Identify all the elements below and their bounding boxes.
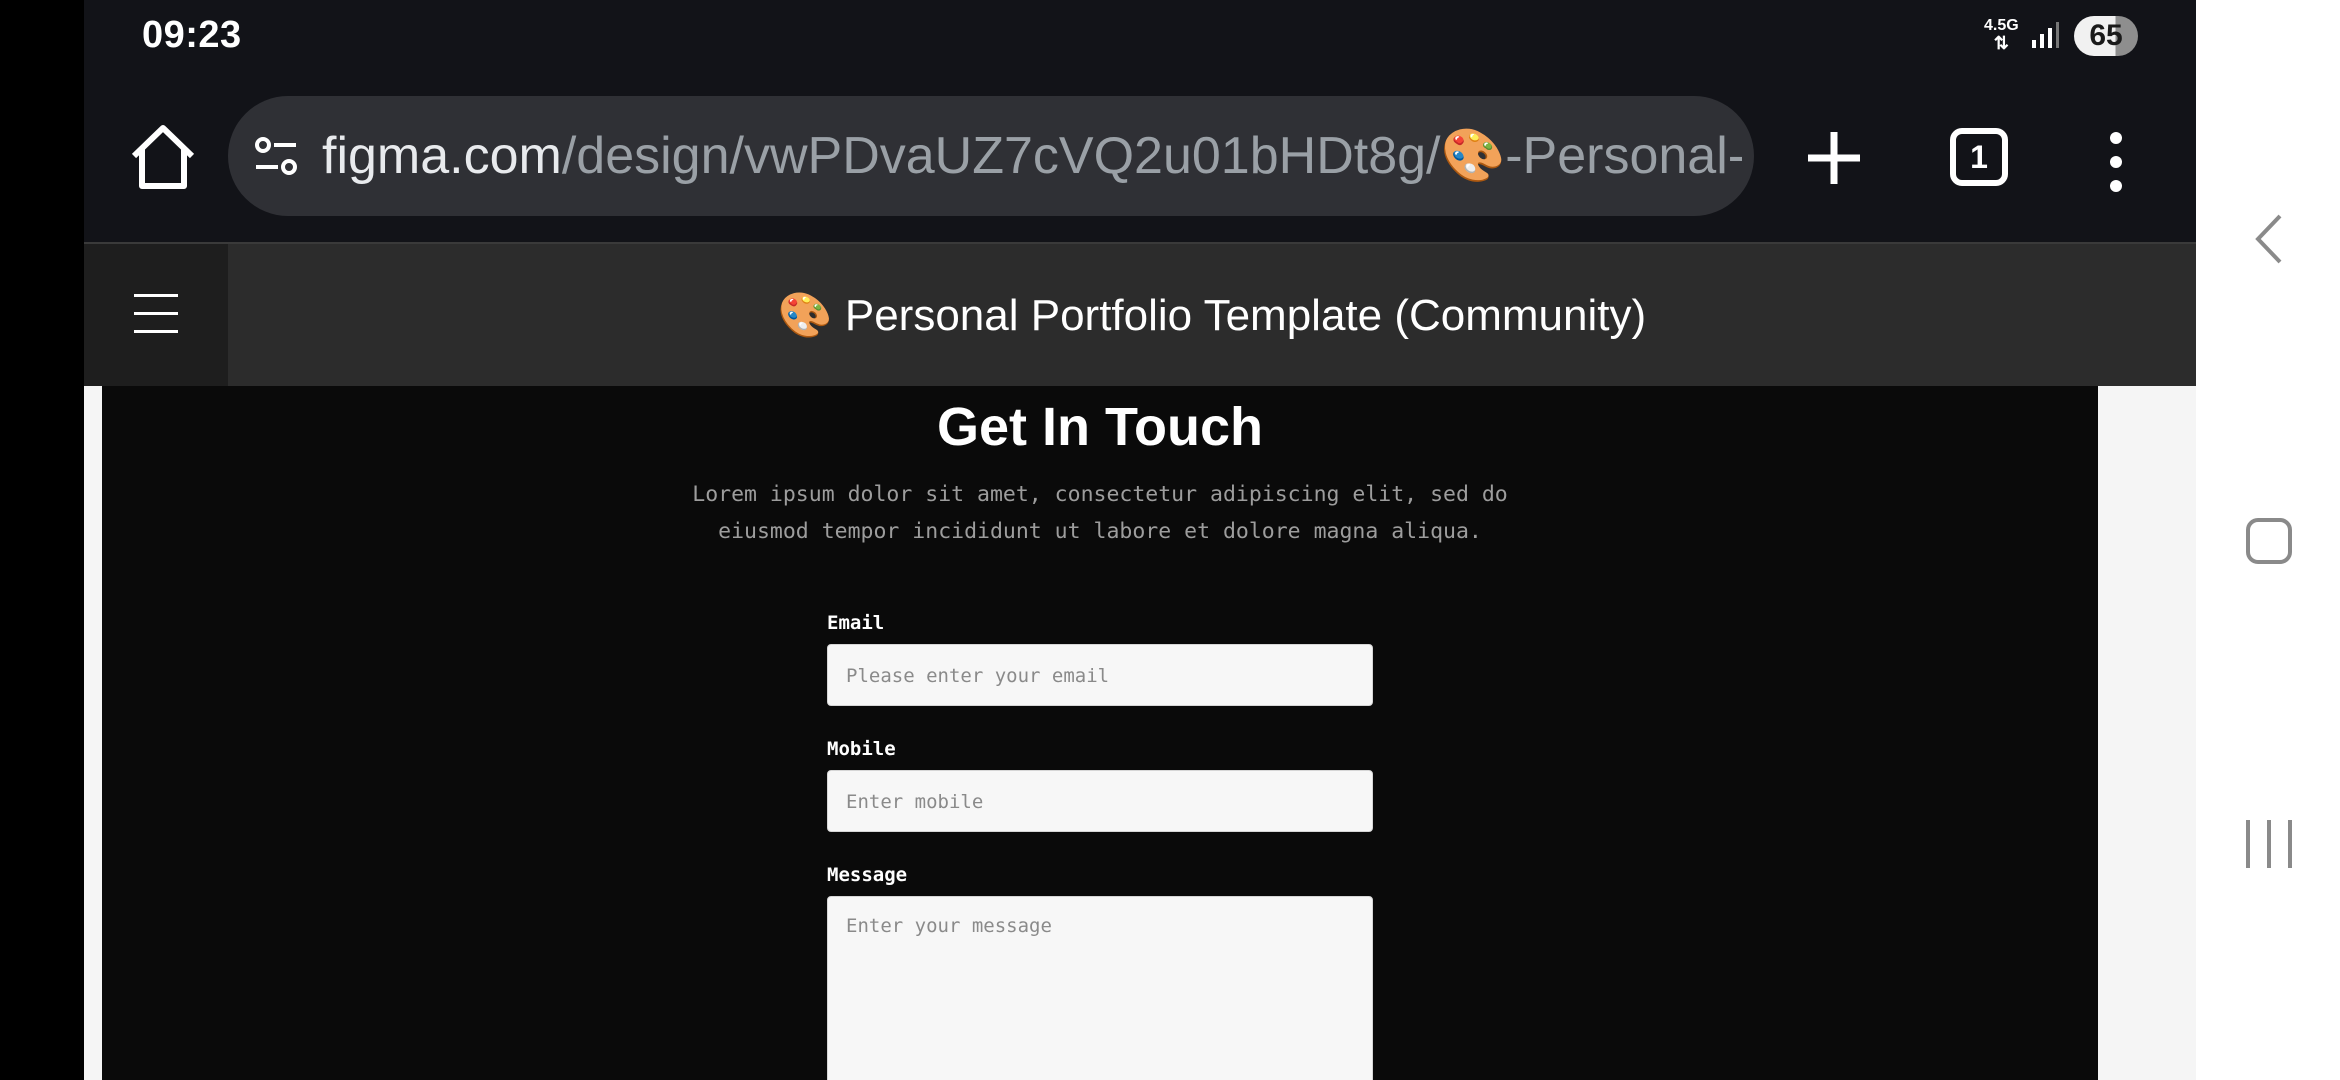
- network-indicator: 4.5G ⇅: [1984, 17, 2019, 53]
- lead-line-2: eiusmod tempor incididunt ut labore et d…: [718, 519, 1482, 544]
- browser-toolbar: figma.com/design/vwPDvaUZ7cVQ2u01bHDt8g/…: [84, 72, 2196, 242]
- system-navigation-bar: [2196, 0, 2340, 1080]
- url-host: figma.com: [322, 127, 562, 185]
- plus-icon[interactable]: [1794, 118, 1874, 198]
- hamburger-icon: [134, 294, 178, 334]
- design-canvas[interactable]: Get In Touch Lorem ipsum dolor sit amet,…: [84, 386, 2196, 1080]
- site-settings-icon[interactable]: [252, 132, 300, 180]
- home-nav-icon[interactable]: [2246, 518, 2292, 564]
- signal-icon: [2032, 22, 2059, 48]
- mobile-placeholder: Enter mobile: [846, 791, 984, 813]
- message-placeholder: Enter your message: [846, 915, 1052, 937]
- menu-button[interactable]: [84, 244, 228, 388]
- message-label: Message: [827, 864, 908, 886]
- address-bar[interactable]: figma.com/design/vwPDvaUZ7cVQ2u01bHDt8g/…: [228, 96, 1754, 216]
- page-heading: Get In Touch: [937, 397, 1263, 457]
- battery-indicator: 65: [2074, 16, 2138, 56]
- home-icon[interactable]: [124, 118, 202, 196]
- email-placeholder: Please enter your email: [846, 665, 1110, 687]
- mobile-label: Mobile: [827, 738, 896, 760]
- file-title: 🎨 Personal Portfolio Template (Community…: [777, 291, 1647, 340]
- message-field[interactable]: Enter your message: [827, 896, 1373, 1080]
- status-time: 09:23: [142, 14, 242, 56]
- url-path: /design/vwPDvaUZ7cVQ2u01bHDt8g/🎨-Persona…: [561, 127, 1742, 185]
- figma-header: 🎨 Personal Portfolio Template (Community…: [84, 242, 2196, 388]
- email-field[interactable]: Please enter your email: [827, 644, 1373, 706]
- mobile-field[interactable]: Enter mobile: [827, 770, 1373, 832]
- data-arrows-icon: ⇅: [1993, 33, 2009, 53]
- status-bar: 09:23 4.5G ⇅ 65: [84, 0, 2196, 72]
- tabs-button[interactable]: 1: [1950, 128, 2008, 186]
- network-type: 4.5G: [1984, 17, 2019, 34]
- recent-apps-icon[interactable]: [2246, 820, 2292, 868]
- lead-line-1: Lorem ipsum dolor sit amet, consectetur …: [692, 482, 1508, 507]
- url-text[interactable]: figma.com/design/vwPDvaUZ7cVQ2u01bHDt8g/…: [322, 124, 1742, 188]
- browser-window: 09:23 4.5G ⇅ 65 figma.com/design/vwPDvaU…: [84, 0, 2196, 1080]
- lead-text: Lorem ipsum dolor sit amet, consectetur …: [650, 476, 1550, 550]
- more-vert-icon[interactable]: [2096, 122, 2136, 202]
- back-icon[interactable]: [2254, 212, 2284, 266]
- left-edge: [0, 0, 84, 1080]
- contact-frame: Get In Touch Lorem ipsum dolor sit amet,…: [102, 386, 2098, 1080]
- email-label: Email: [827, 612, 885, 634]
